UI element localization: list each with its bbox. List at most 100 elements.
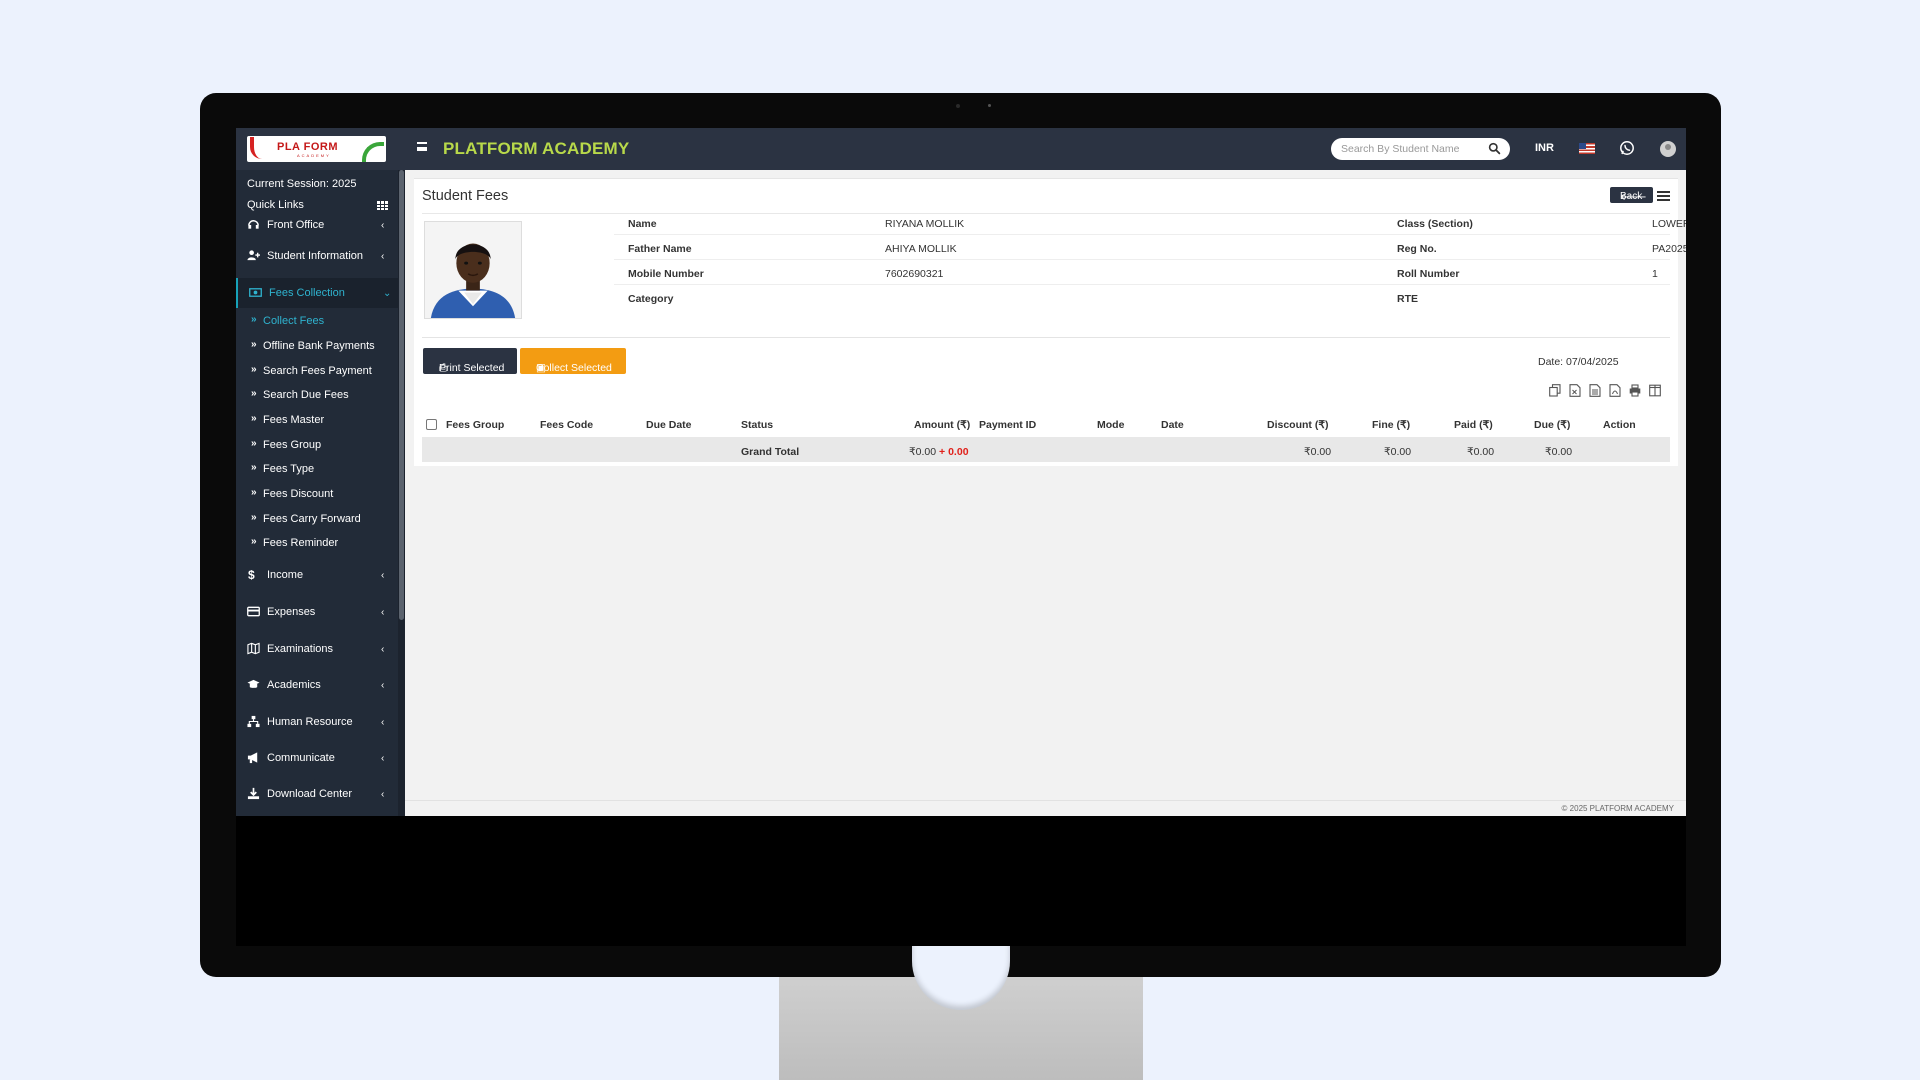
print-icon[interactable] — [1629, 384, 1641, 397]
sidebar-subitem-fees-discount[interactable]: » Fees Discount — [251, 485, 398, 503]
sidebar-item-label: Academics — [267, 679, 321, 691]
footer: © 2025 PLATFORM ACADEMY — [405, 800, 1686, 816]
language-flag-icon[interactable] — [1579, 143, 1595, 154]
sidebar-item-examinations[interactable]: Examinations ‹ — [236, 634, 398, 664]
csv-icon[interactable] — [1589, 384, 1601, 397]
grid-icon[interactable] — [377, 201, 388, 210]
sidebar-subitem-fees-group[interactable]: » Fees Group — [251, 436, 398, 454]
pdf-icon[interactable] — [1609, 384, 1621, 397]
reg-no: PA2025JS0387 — [1652, 243, 1686, 255]
sidebar-scrollbar[interactable] — [398, 170, 405, 816]
sidebar-subitem-label: Fees Master — [263, 414, 325, 426]
double-chevron-icon: » — [251, 314, 257, 325]
sidebar-item-label: Expenses — [267, 606, 316, 618]
column-header-paid[interactable]: Paid (₹) — [1454, 419, 1493, 431]
currency-selector[interactable]: INR — [1535, 142, 1554, 154]
sidebar-item-expenses[interactable]: Expenses ‹ — [236, 597, 398, 627]
sidebar-item-front-office[interactable]: Front Office ‹ — [236, 210, 398, 240]
sidebar-item-income[interactable]: $ Income ‹ — [236, 560, 398, 590]
chevron-left-icon: ‹ — [381, 753, 385, 764]
back-button[interactable]: 🡐 Back — [1610, 187, 1653, 203]
search-icon[interactable] — [1488, 142, 1501, 155]
chevron-left-icon: ‹ — [381, 717, 385, 728]
sidebar-subitem-search-due-fees[interactable]: » Search Due Fees — [251, 386, 398, 404]
sidebar-subitem-fees-master[interactable]: » Fees Master — [251, 411, 398, 429]
grand-total-fine: ₹0.00 — [1384, 446, 1412, 458]
print-selected-button[interactable]: ⎙ Print Selected — [423, 348, 517, 374]
column-header-fees-code[interactable]: Fees Code — [540, 419, 593, 431]
column-header-fees-group[interactable]: Fees Group — [446, 419, 504, 431]
whatsapp-icon[interactable] — [1619, 140, 1635, 156]
sidebar-item-academics[interactable]: Academics ‹ — [236, 670, 398, 700]
info-divider — [614, 259, 1670, 260]
sidebar-subitem-offline-bank-payments[interactable]: » Offline Bank Payments — [251, 337, 398, 355]
sidebar-item-download-center[interactable]: Download Center ‹ — [236, 779, 398, 809]
column-header-discount[interactable]: Discount (₹) — [1267, 419, 1329, 431]
sidebar-item-fees-collection[interactable]: Fees Collection ⌄ — [236, 278, 398, 308]
column-header-amount[interactable]: Amount (₹) — [914, 419, 970, 431]
column-header-mode[interactable]: Mode — [1097, 419, 1124, 431]
app-logo[interactable]: PLA FORM ACADEMY — [247, 136, 386, 162]
user-avatar[interactable] — [1660, 141, 1676, 157]
chevron-left-icon: ‹ — [381, 607, 385, 618]
grand-total-due: ₹0.00 — [1545, 446, 1573, 458]
divider — [422, 337, 1670, 338]
sidebar-toggle-icon[interactable] — [417, 142, 427, 151]
sidebar-item-human-resource[interactable]: Human Resource ‹ — [236, 707, 398, 737]
class-label: Class (Section) — [1397, 218, 1473, 230]
chevron-left-icon: ‹ — [381, 644, 385, 655]
double-chevron-icon: » — [251, 339, 257, 350]
sidebar-item-label: Communicate — [267, 752, 335, 764]
headset-icon — [248, 220, 259, 229]
mobile-number: 7602690321 — [885, 268, 944, 280]
menu-icon[interactable] — [1657, 191, 1670, 201]
sidebar-subitem-fees-reminder[interactable]: » Fees Reminder — [251, 534, 398, 552]
student-search-input[interactable] — [1341, 141, 1481, 157]
student-class: LOWER (A) — [1652, 218, 1686, 230]
sidebar-subitem-fees-type[interactable]: » Fees Type — [251, 460, 398, 478]
double-chevron-icon: » — [251, 388, 257, 399]
grand-total-label: Grand Total — [741, 446, 800, 458]
sidebar-item-label: Download Center — [267, 788, 352, 800]
column-header-date[interactable]: Date — [1161, 419, 1184, 431]
copy-icon[interactable] — [1549, 384, 1561, 397]
sidebar: Current Session: 2025 Quick Links Front … — [236, 170, 405, 816]
sidebar-subitem-fees-carry-forward[interactable]: » Fees Carry Forward — [251, 510, 398, 528]
column-header-action[interactable]: Action — [1603, 419, 1636, 431]
column-header-fine[interactable]: Fine (₹) — [1372, 419, 1410, 431]
double-chevron-icon: » — [251, 413, 257, 424]
column-header-payment-id[interactable]: Payment ID — [979, 419, 1036, 431]
grand-total-amount: ₹0.00 + 0.00 — [909, 446, 969, 458]
sidebar-subitem-label: Fees Carry Forward — [263, 513, 361, 525]
category-label: Category — [628, 293, 674, 305]
reg-no-label: Reg No. — [1397, 243, 1437, 255]
sidebar-item-student-information[interactable]: Student Information ‹ — [236, 241, 398, 271]
amount-extra-value: + 0.00 — [939, 446, 969, 458]
sidebar-subitem-label: Offline Bank Payments — [263, 340, 375, 352]
top-navbar: PLA FORM ACADEMY PLATFORM ACADEMY INR — [236, 128, 1686, 170]
collect-selected-button[interactable]: ▣ Collect Selected — [520, 348, 626, 374]
credit-card-icon — [247, 606, 260, 617]
user-plus-icon — [247, 250, 260, 261]
info-divider — [614, 284, 1670, 285]
sidebar-subitem-label: Fees Group — [263, 439, 322, 451]
sidebar-item-label: Human Resource — [267, 716, 353, 728]
columns-icon[interactable] — [1649, 384, 1661, 397]
sidebar-subitem-collect-fees[interactable]: » Collect Fees — [251, 312, 398, 330]
sidebar-subitem-label: Fees Reminder — [263, 537, 339, 549]
select-all-checkbox[interactable] — [426, 419, 437, 430]
column-header-due-date[interactable]: Due Date — [646, 419, 692, 431]
roll-number: 1 — [1652, 268, 1658, 280]
sidebar-scrollbar-thumb[interactable] — [399, 170, 404, 620]
double-chevron-icon: » — [251, 364, 257, 375]
sidebar-item-label: Fees Collection — [269, 287, 345, 299]
logo-subtext: ACADEMY — [297, 153, 331, 158]
column-header-status[interactable]: Status — [741, 419, 773, 431]
excel-icon[interactable] — [1569, 384, 1581, 397]
column-header-due[interactable]: Due (₹) — [1534, 419, 1570, 431]
student-name: RIYANA MOLLIK — [885, 218, 965, 230]
sidebar-item-label: Income — [267, 569, 304, 581]
sidebar-subitem-search-fees-payment[interactable]: » Search Fees Payment — [251, 362, 398, 380]
logo-swoosh-right — [362, 142, 384, 162]
sidebar-item-communicate[interactable]: Communicate ‹ — [236, 743, 398, 773]
